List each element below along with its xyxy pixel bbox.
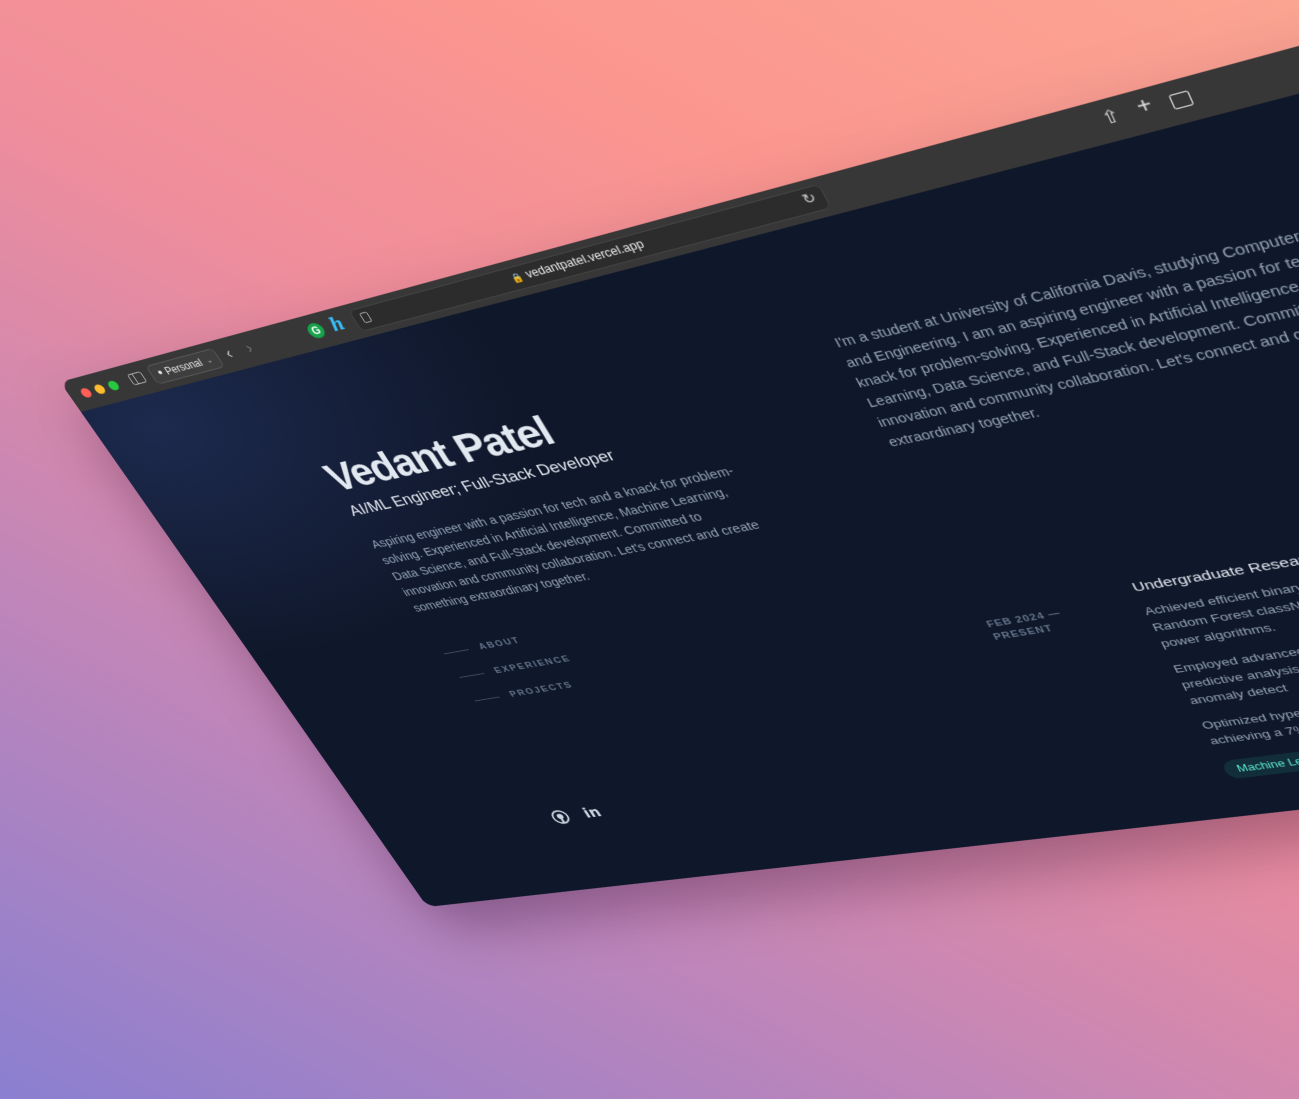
lock-icon: 🔒 — [509, 272, 527, 285]
sidebar-toggle-icon[interactable] — [126, 371, 148, 386]
about-paragraph: I'm a student at University of Californi… — [832, 213, 1299, 451]
forward-button[interactable]: › — [241, 339, 256, 356]
nav-indicator-line — [459, 672, 485, 678]
nav-indicator-line — [443, 648, 469, 654]
experience-body: Undergraduate Research Assistant Achieve… — [1129, 474, 1299, 780]
nav-item-label: EXPERIENCE — [492, 654, 574, 676]
browser-window: ● Personal ⌄ ‹ › G h 🔒vedantpatel.vercel… — [60, 0, 1299, 907]
github-icon[interactable] — [547, 809, 573, 826]
linkedin-icon[interactable]: in — [580, 805, 605, 822]
close-window-button[interactable] — [78, 387, 94, 399]
minimize-window-button[interactable] — [92, 383, 108, 395]
nav-item-label: ABOUT — [476, 635, 523, 652]
hero-tagline: Aspiring engineer with a passion for tec… — [368, 464, 763, 615]
back-button[interactable]: ‹ — [221, 345, 236, 362]
share-icon[interactable]: ⇧ — [1098, 105, 1124, 130]
experience-title: Undergraduate Research Assistant — [1129, 537, 1299, 595]
social-links: in — [547, 805, 605, 826]
nav-item-label: PROJECTS — [507, 680, 576, 699]
skill-tag: Machine Learning — [1220, 745, 1299, 780]
section-nav: ABOUT EXPERIENCE PROJECTS — [436, 622, 593, 712]
experience-date: FEB 2024 — PRESENT — [984, 608, 1064, 643]
grammarly-extension-icon[interactable]: G — [304, 321, 329, 340]
zoom-window-button[interactable] — [106, 379, 122, 392]
tab-overview-icon[interactable] — [1168, 90, 1195, 110]
nav-indicator-line — [474, 696, 500, 701]
experience-entry[interactable]: FEB 2024 — PRESENT Undergraduate Researc… — [977, 474, 1299, 780]
honey-extension-icon[interactable]: h — [325, 313, 349, 336]
profile-label: Personal — [162, 356, 206, 378]
screenshot-stage: ● Personal ⌄ ‹ › G h 🔒vedantpatel.vercel… — [0, 0, 1299, 1099]
new-tab-icon[interactable]: + — [1132, 93, 1157, 121]
